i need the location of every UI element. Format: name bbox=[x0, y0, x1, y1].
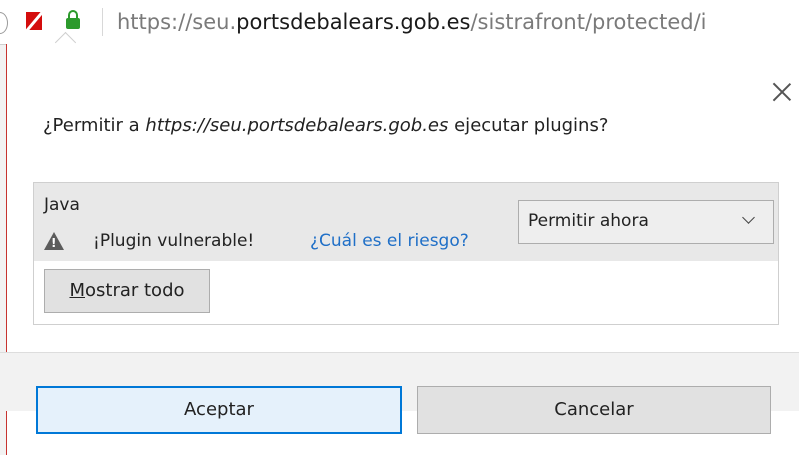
warning-icon bbox=[44, 232, 64, 250]
vulnerable-warning: ¡Plugin vulnerable! bbox=[93, 231, 255, 251]
plugin-row-java: Java ¡Plugin vulnerable! ¿Cuál es el rie… bbox=[34, 183, 778, 261]
permission-selected-value: Permitir ahora bbox=[528, 211, 649, 231]
url-bar[interactable]: https://seu.portsdebalears.gob.es/sistra… bbox=[0, 0, 805, 45]
accept-button[interactable]: Aceptar bbox=[36, 386, 402, 434]
question-prefix: ¿Permitir a bbox=[43, 115, 146, 136]
url-prefix: https://seu. bbox=[117, 10, 237, 34]
url-separator bbox=[102, 8, 103, 36]
cancel-button[interactable]: Cancelar bbox=[417, 386, 771, 434]
blocked-plugin-icon[interactable] bbox=[26, 12, 42, 30]
url-path: /sistrafront/protected/i bbox=[470, 10, 707, 34]
chevron-down-icon bbox=[742, 211, 755, 224]
plugin-list: Java ¡Plugin vulnerable! ¿Cuál es el rie… bbox=[33, 182, 779, 325]
lock-icon[interactable] bbox=[66, 10, 80, 29]
plugin-name: Java bbox=[44, 195, 80, 215]
question-site: https://seu.portsdebalears.gob.es bbox=[145, 115, 449, 136]
permission-select[interactable]: Permitir ahora bbox=[518, 200, 774, 244]
browser-window: https://seu.portsdebalears.gob.es/sistra… bbox=[0, 0, 805, 455]
show-all-button[interactable]: Mostrar todo bbox=[44, 269, 210, 313]
show-all-label: ostrar todo bbox=[85, 280, 185, 301]
close-icon[interactable] bbox=[772, 82, 792, 102]
permission-question: ¿Permitir a https://seu.portsdebalears.g… bbox=[43, 115, 608, 136]
url-host: portsdebalears.gob.es bbox=[236, 10, 471, 34]
question-suffix: ejecutar plugins? bbox=[448, 115, 609, 136]
reload-icon[interactable] bbox=[0, 12, 8, 34]
risk-link[interactable]: ¿Cuál es el riesgo? bbox=[310, 231, 469, 251]
show-all-mnemonic: M bbox=[69, 280, 85, 301]
url-text[interactable]: https://seu.portsdebalears.gob.es/sistra… bbox=[117, 10, 707, 34]
